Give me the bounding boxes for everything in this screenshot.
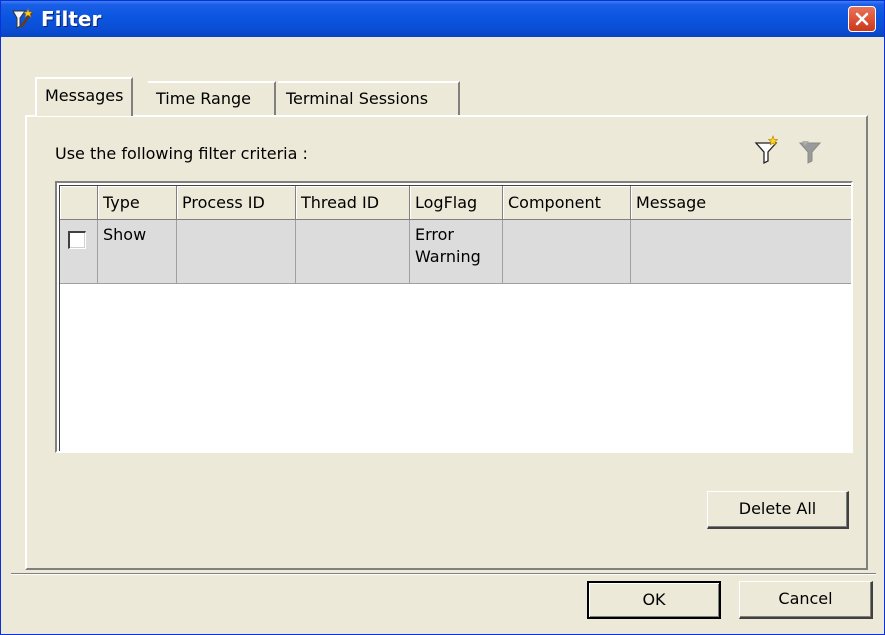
header-message-label: Message bbox=[636, 193, 707, 212]
tab-time-range-label: Time Range bbox=[156, 89, 251, 108]
header-component-label: Component bbox=[508, 193, 601, 212]
close-button[interactable] bbox=[848, 6, 876, 32]
header-type-label: Type bbox=[103, 193, 140, 212]
delete-all-button[interactable]: Delete All bbox=[707, 491, 849, 529]
tab-time-range[interactable]: Time Range bbox=[148, 81, 276, 115]
remove-filter-icon bbox=[798, 141, 822, 164]
row-select-cell bbox=[60, 220, 98, 284]
cell-thread-id[interactable] bbox=[296, 220, 410, 284]
cell-process-id[interactable] bbox=[177, 220, 296, 284]
header-logflag-label: LogFlag bbox=[415, 193, 478, 212]
remove-filter-button[interactable] bbox=[797, 135, 825, 167]
filter-wand-icon bbox=[11, 7, 35, 31]
footer-divider bbox=[11, 573, 876, 575]
header-type[interactable]: Type bbox=[98, 186, 177, 220]
window-title: Filter bbox=[41, 7, 102, 31]
close-icon bbox=[855, 12, 869, 26]
cancel-button[interactable]: Cancel bbox=[739, 581, 873, 619]
criteria-label: Use the following filter criteria : bbox=[55, 144, 308, 163]
title-bar[interactable]: Filter bbox=[1, 1, 884, 37]
new-filter-button[interactable] bbox=[753, 135, 781, 167]
tab-terminal-sessions[interactable]: Terminal Sessions bbox=[278, 81, 460, 115]
header-component[interactable]: Component bbox=[503, 186, 631, 220]
cell-type[interactable]: Show bbox=[98, 220, 177, 284]
filter-criteria-grid: Type Process ID Thread ID LogFlag Compon… bbox=[55, 181, 853, 453]
header-logflag[interactable]: LogFlag bbox=[410, 186, 503, 220]
header-thread-id[interactable]: Thread ID bbox=[296, 186, 410, 220]
tab-messages-label: Messages bbox=[45, 86, 124, 105]
header-message[interactable]: Message bbox=[631, 186, 851, 220]
logflag-value-error: Error bbox=[415, 225, 454, 244]
table-row[interactable]: Show Error Warning bbox=[60, 220, 851, 284]
tab-messages[interactable]: Messages bbox=[35, 77, 134, 116]
row-checkbox[interactable] bbox=[68, 231, 86, 249]
header-process-id-label: Process ID bbox=[182, 193, 265, 212]
cell-logflag[interactable]: Error Warning bbox=[410, 220, 503, 284]
header-process-id[interactable]: Process ID bbox=[177, 186, 296, 220]
cell-component[interactable] bbox=[503, 220, 631, 284]
header-select[interactable] bbox=[60, 186, 98, 220]
cell-message[interactable] bbox=[631, 220, 851, 284]
new-filter-icon bbox=[754, 135, 779, 165]
tab-terminal-sessions-label: Terminal Sessions bbox=[286, 89, 429, 108]
header-thread-id-label: Thread ID bbox=[301, 193, 380, 212]
filter-dialog: Filter Messages Time Range Terminal Sess… bbox=[0, 0, 885, 635]
ok-button[interactable]: OK bbox=[587, 581, 721, 619]
logflag-value-warning: Warning bbox=[415, 247, 481, 266]
